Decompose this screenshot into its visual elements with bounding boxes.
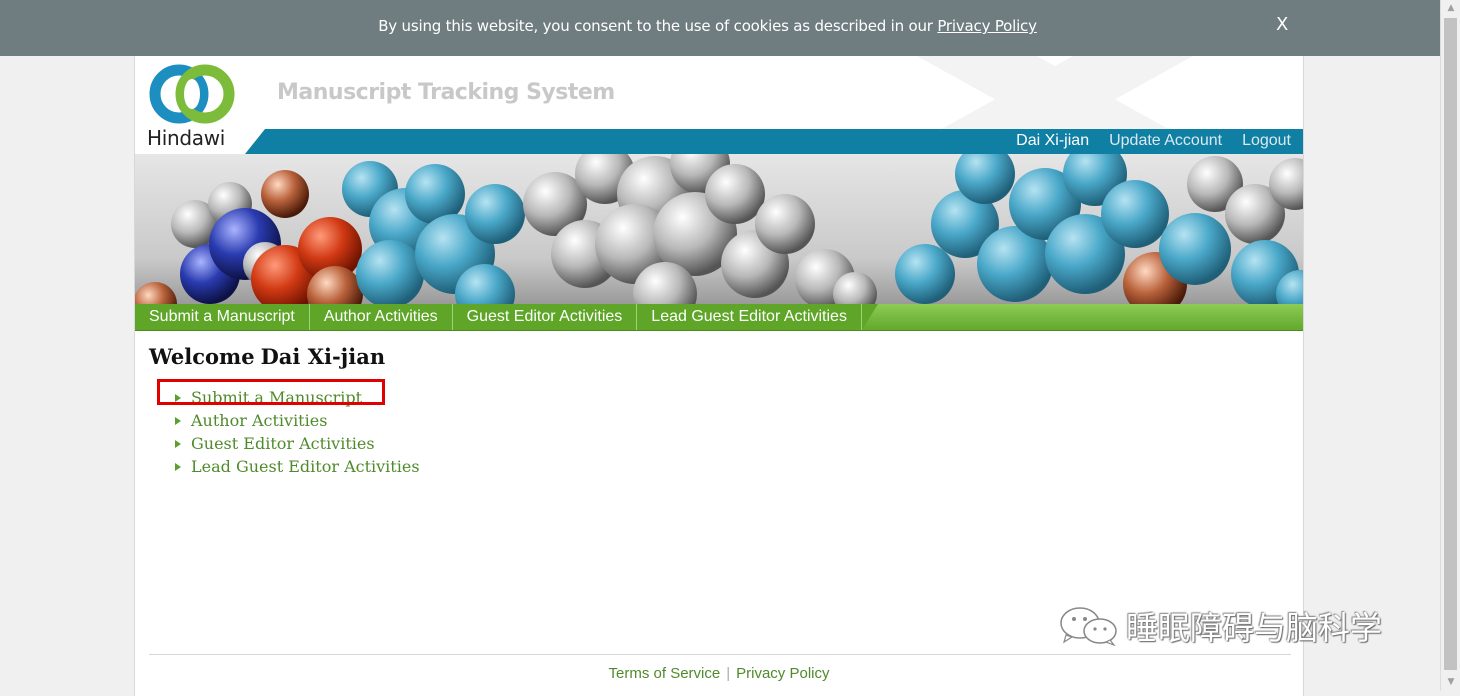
user-name-link[interactable]: Dai Xi-jian	[1016, 132, 1089, 150]
link-label: Lead Guest Editor Activities	[191, 457, 420, 476]
nav-tab-lead-guest-editor-activities[interactable]: Lead Guest Editor Activities	[637, 304, 862, 330]
footer-separator: |	[726, 665, 731, 682]
scrollbar-thumb[interactable]	[1444, 18, 1457, 670]
triangle-bullet-icon	[175, 463, 181, 471]
scroll-up-icon[interactable]: ▲	[1441, 0, 1460, 17]
nav-tab-submit-manuscript[interactable]: Submit a Manuscript	[135, 304, 310, 330]
footer-divider	[149, 654, 1291, 655]
watermark-text: 睡眠障碍与脑科学	[1126, 609, 1383, 647]
nav-tail-decoration	[861, 304, 878, 330]
nav-tab-author-activities[interactable]: Author Activities	[309, 304, 453, 330]
scroll-down-icon[interactable]: ▼	[1441, 674, 1460, 691]
welcome-user-name: Dai Xi-jian	[260, 344, 386, 369]
cookie-privacy-policy-link[interactable]: Privacy Policy	[937, 17, 1037, 35]
wechat-watermark: 睡眠障碍与脑科学	[1058, 604, 1382, 648]
footer-privacy-policy-link[interactable]: Privacy Policy	[736, 665, 829, 682]
hindawi-logo-icon[interactable]	[147, 64, 237, 124]
cookie-consent-bar: By using this website, you consent to th…	[0, 0, 1440, 56]
link-label: Author Activities	[191, 411, 328, 430]
triangle-bullet-icon	[175, 417, 181, 425]
link-guest-editor-activities[interactable]: Guest Editor Activities	[175, 432, 420, 455]
logout-link[interactable]: Logout	[1242, 132, 1291, 150]
system-title: Manuscript Tracking System	[277, 80, 615, 105]
user-bar: Dai Xi-jian Update Account Logout	[245, 129, 1303, 154]
page-container: Hindawi Manuscript Tracking System Dai X…	[134, 56, 1304, 696]
vertical-scrollbar[interactable]: ▲ ▼	[1440, 0, 1460, 691]
triangle-bullet-icon	[175, 440, 181, 448]
page-title: Welcome Dai Xi-jian	[149, 344, 385, 369]
molecule-illustration	[135, 154, 1303, 304]
red-highlight-annotation	[157, 379, 385, 405]
user-links: Dai Xi-jian Update Account Logout	[1016, 132, 1291, 150]
cookie-message: By using this website, you consent to th…	[378, 17, 938, 35]
link-label: Guest Editor Activities	[191, 434, 375, 453]
welcome-label: Welcome	[149, 344, 255, 369]
logo-text: Hindawi	[147, 126, 226, 150]
wechat-icon	[1060, 607, 1117, 646]
footer: Terms of Service | Privacy Policy	[135, 665, 1303, 682]
molecule-banner-image	[135, 154, 1303, 304]
main-navigation: Submit a Manuscript Author Activities Gu…	[135, 304, 1303, 331]
update-account-link[interactable]: Update Account	[1109, 132, 1222, 150]
cookie-close-button[interactable]: X	[1276, 14, 1288, 35]
link-lead-guest-editor-activities[interactable]: Lead Guest Editor Activities	[175, 455, 420, 478]
link-author-activities[interactable]: Author Activities	[175, 409, 420, 432]
cookie-consent-text: By using this website, you consent to th…	[0, 17, 1415, 35]
nav-tab-guest-editor-activities[interactable]: Guest Editor Activities	[452, 304, 638, 330]
terms-of-service-link[interactable]: Terms of Service	[609, 665, 721, 682]
site-header: Hindawi Manuscript Tracking System Dai X…	[135, 56, 1303, 154]
